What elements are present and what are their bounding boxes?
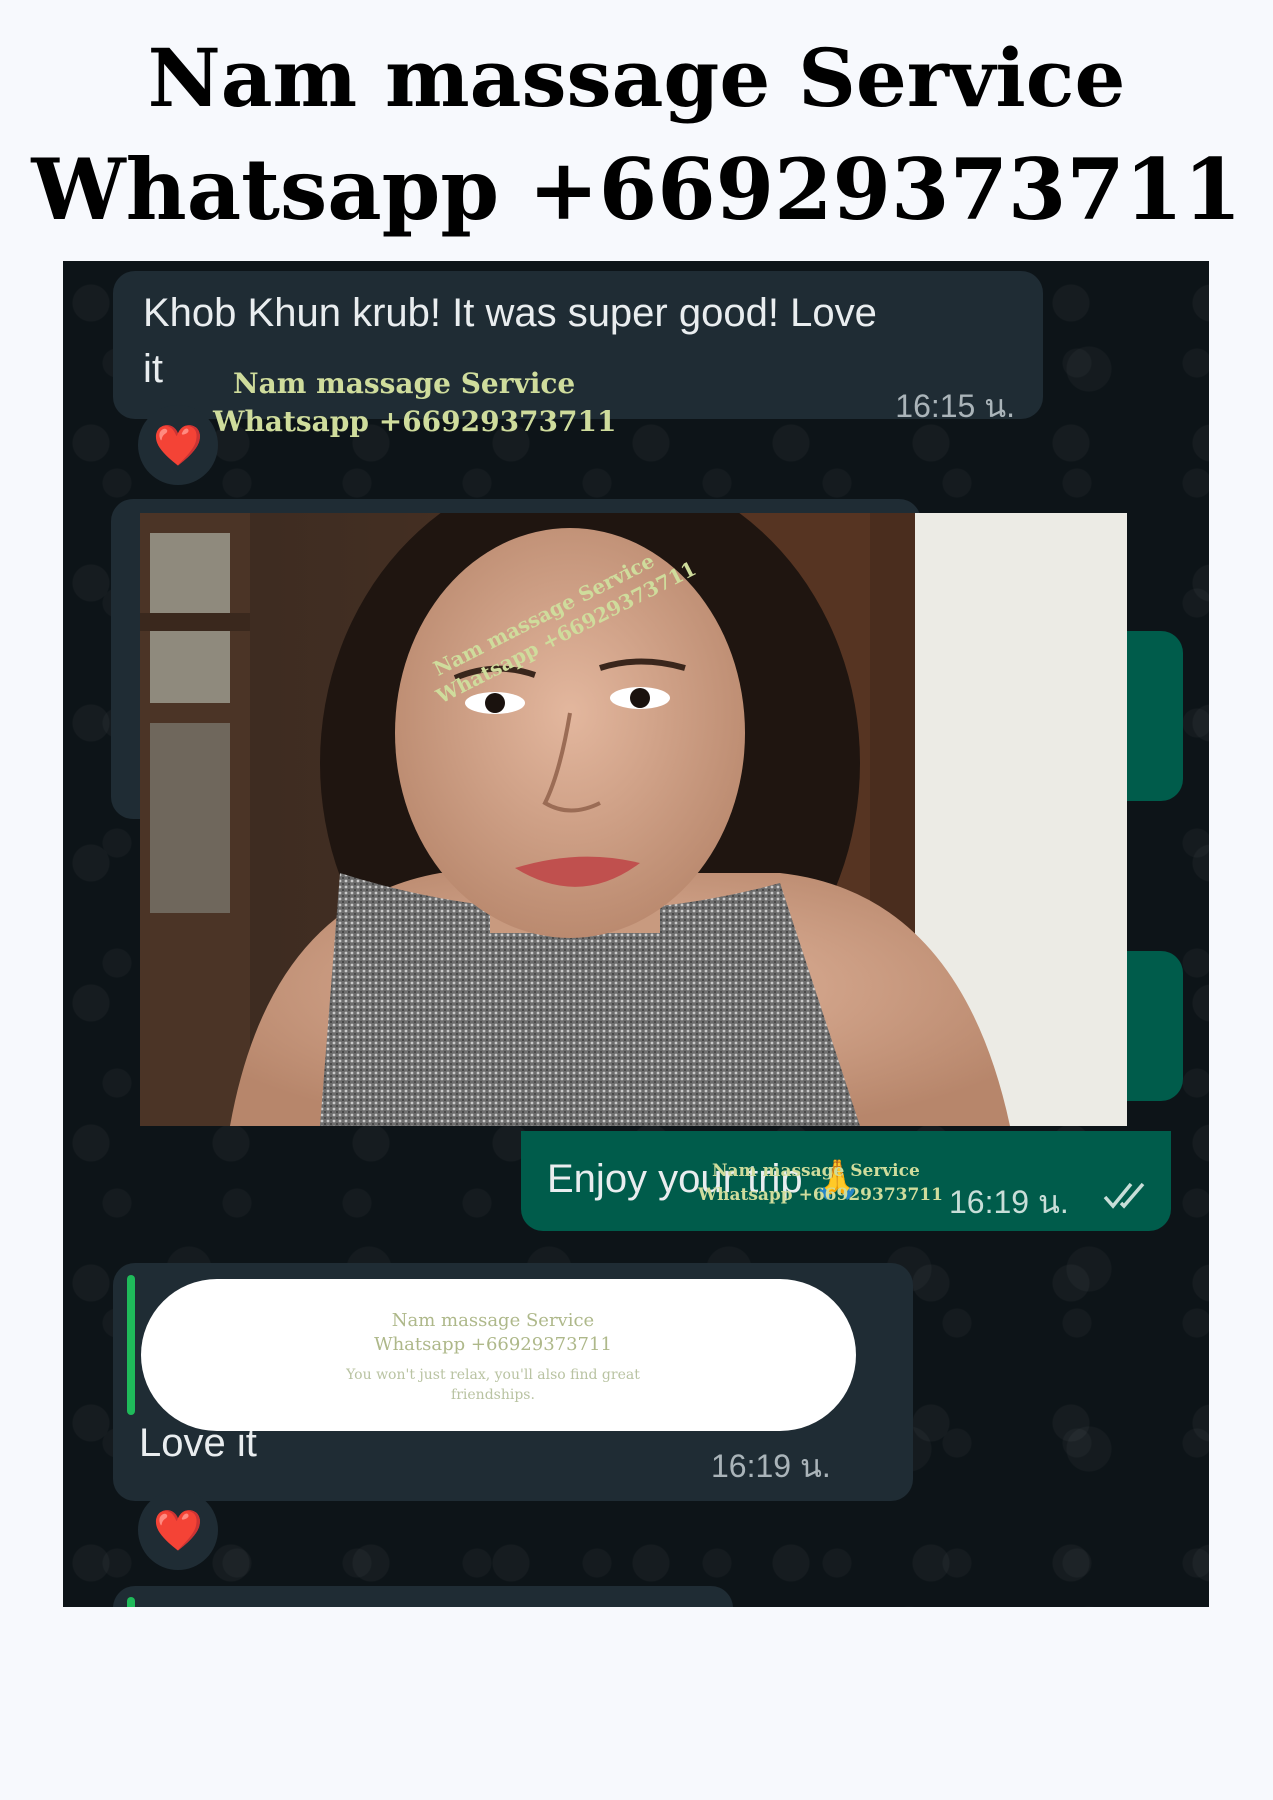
- reply-quote-bar: [127, 1275, 135, 1415]
- watermark: Nam massage Service Whatsapp +6692937371…: [233, 1309, 753, 1405]
- message-bubble-incoming-partial: [113, 1586, 733, 1607]
- watermark-tagline: You won't just relax, you'll also find g…: [346, 1367, 640, 1403]
- watermark-line-2: Whatsapp +66929373711: [698, 1185, 943, 1205]
- watermark: Nam massage Service Whatsapp +6692937371…: [213, 365, 616, 441]
- double-check-icon: [1103, 1182, 1145, 1209]
- heart-icon: ❤️: [153, 1508, 203, 1553]
- reply-quote-bar: [127, 1597, 135, 1607]
- message-text-line-2: it: [143, 347, 163, 391]
- watermark-line-2: Whatsapp +66929373711: [374, 1334, 612, 1355]
- watermark: Nam massage Service Whatsapp +6692937371…: [698, 1159, 943, 1207]
- page-title: Nam massage Service Whatsapp +6692937371…: [0, 22, 1273, 246]
- chat-screenshot: Khob Khun krub! It was super good! Love …: [63, 261, 1209, 1607]
- heart-icon: ❤️: [153, 423, 203, 468]
- message-time: 16:19 น.: [949, 1184, 1069, 1220]
- watermark-line-2: Whatsapp +66929373711: [213, 405, 617, 438]
- message-time: 16:15 น.: [895, 388, 1015, 424]
- message-text-line-1: Khob Khun krub! It was super good! Love: [143, 291, 877, 335]
- watermark-line-1: Nam massage Service: [712, 1161, 920, 1181]
- watermark-line-1: Nam massage Service: [233, 367, 576, 400]
- message-time: 16:19 น.: [711, 1448, 831, 1484]
- reaction-heart[interactable]: ❤️: [138, 1490, 218, 1570]
- title-line-2: Whatsapp +66929373711: [31, 140, 1242, 239]
- title-line-1: Nam massage Service: [147, 31, 1126, 125]
- watermark-line-1: Nam massage Service: [391, 1310, 595, 1331]
- photo-portrait[interactable]: Nam massage Service Whatsapp +6692937371…: [140, 513, 1127, 1126]
- reaction-heart[interactable]: ❤️: [138, 405, 218, 485]
